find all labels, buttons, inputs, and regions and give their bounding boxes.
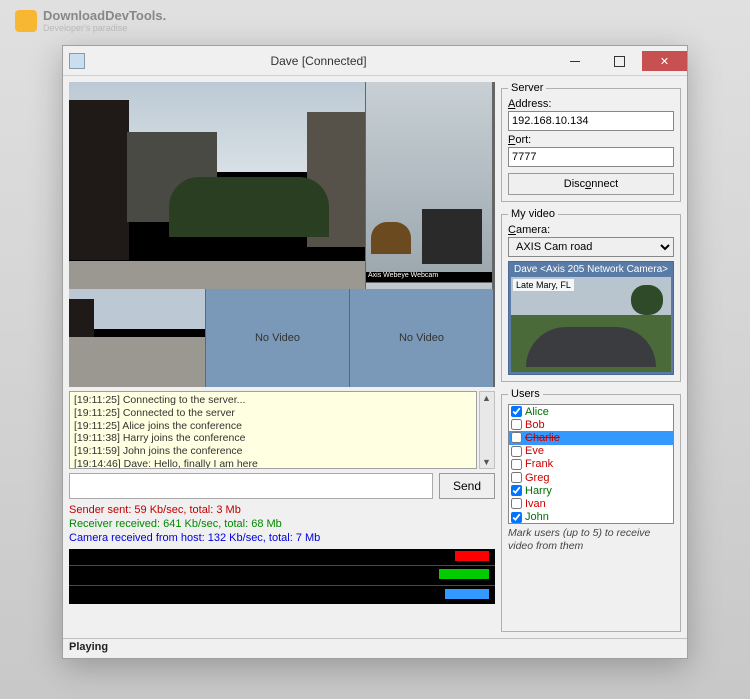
user-checkbox[interactable] [511,459,522,470]
stat-sender: Sender sent: 59 Kb/sec, total: 3 Mb [69,503,495,517]
disconnect-button[interactable]: Disconnect [508,173,674,195]
no-video-label: No Video [399,332,444,344]
video-thumb-2[interactable]: No Video [206,289,349,387]
user-row[interactable]: Charlie [509,431,673,444]
port-label: Port: [508,134,674,146]
app-icon [69,53,85,69]
close-button[interactable] [642,51,687,71]
watermark-sub: Developer's paradise [43,23,166,33]
no-video-label: No Video [255,332,300,344]
user-checkbox[interactable] [511,406,522,417]
app-window: Dave [Connected] The Golden Center, Kavi… [62,45,688,659]
user-name: Ivan [525,498,546,510]
users-legend: Users [508,388,543,400]
user-name: Eve [525,445,544,457]
user-row[interactable]: John [509,511,673,524]
video-tile-1[interactable]: Axis Webeye Webcam [366,82,492,282]
minimize-button[interactable] [552,51,597,71]
preview-image[interactable]: Late Mary, FL [511,277,671,372]
status-bar: Playing [63,638,687,658]
watermark-icon [15,10,37,32]
user-checkbox[interactable] [511,512,522,523]
user-row[interactable]: Ivan [509,497,673,510]
user-checkbox[interactable] [511,446,522,457]
port-input[interactable] [508,147,674,167]
graph-bar-receiver [439,569,489,579]
window-title: Dave [Connected] [85,54,552,68]
address-label: Address: [508,98,674,110]
watermark-title: DownloadDevTools. [43,8,166,23]
chat-line: [19:14:46] Dave: Hello, finally I am her… [74,458,472,469]
user-name: Frank [525,458,553,470]
user-checkbox[interactable] [511,472,522,483]
user-checkbox[interactable] [511,419,522,430]
stats-lines: Sender sent: 59 Kb/sec, total: 3 Mb Rece… [69,503,495,545]
server-legend: Server [508,82,546,94]
chat-log: [19:11:25] Connecting to the server...[1… [69,391,495,469]
video-tile-1-bar: Axis Webeye Webcam [366,272,492,282]
address-input[interactable] [508,111,674,131]
user-checkbox[interactable] [511,485,522,496]
maximize-button[interactable] [597,51,642,71]
server-group: Server Address: Port: Disconnect [501,82,681,202]
user-row[interactable]: Bob [509,418,673,431]
user-name: Charlie [525,432,560,444]
myvideo-legend: My video [508,208,558,220]
camera-select[interactable]: AXIS Cam road [508,237,674,257]
user-row[interactable]: Frank [509,458,673,471]
chat-line: [19:11:59] John joins the conference [74,445,472,458]
watermark: DownloadDevTools. Developer's paradise [15,8,166,33]
user-name: Bob [525,419,545,431]
user-checkbox[interactable] [511,498,522,509]
bandwidth-graph [69,549,495,604]
user-name: John [525,511,549,523]
users-group: Users AliceBobCharlieEveFrank GregHarryIv… [501,388,681,632]
chat-line: [19:11:25] Connected to the server [74,407,472,420]
status-text: Playing [69,641,108,653]
chat-log-box[interactable]: [19:11:25] Connecting to the server...[1… [69,391,477,469]
users-list[interactable]: AliceBobCharlieEveFrank GregHarryIvanJohn [508,404,674,524]
user-checkbox[interactable] [511,432,522,443]
user-name: Harry [525,485,552,497]
preview-caption: Late Mary, FL [513,279,574,291]
send-button[interactable]: Send [439,473,495,499]
stat-receiver: Receiver received: 641 Kb/sec, total: 68… [69,517,495,531]
graph-bar-sender [455,551,489,561]
chat-line: [19:11:25] Alice joins the conference [74,420,472,433]
chat-scrollbar[interactable] [479,391,495,469]
user-name: Alice [525,406,549,418]
video-thumb-3[interactable]: No Video [350,289,493,387]
titlebar[interactable]: Dave [Connected] [63,46,687,76]
chat-line: [19:11:38] Harry joins the conference [74,432,472,445]
users-hint: Mark users (up to 5) to receive video fr… [508,527,674,552]
user-row[interactable]: Harry [509,484,673,497]
user-row[interactable]: Alice [509,405,673,418]
user-row[interactable]: Greg [509,471,673,484]
video-thumb-1[interactable] [69,289,205,387]
chat-line: [19:11:25] Connecting to the server... [74,394,472,407]
preview-title: Dave <Axis 205 Network Camera> [511,264,671,275]
graph-bar-camera [445,589,489,599]
user-row[interactable]: Eve [509,445,673,458]
user-name: Greg [525,472,549,484]
chat-input[interactable] [69,473,433,499]
stat-camera: Camera received from host: 132 Kb/sec, t… [69,531,495,545]
camera-preview: Dave <Axis 205 Network Camera> Late Mary… [508,261,674,375]
myvideo-group: My video Camera: AXIS Cam road Dave <Axi… [501,208,681,382]
camera-label: Camera: [508,224,674,236]
